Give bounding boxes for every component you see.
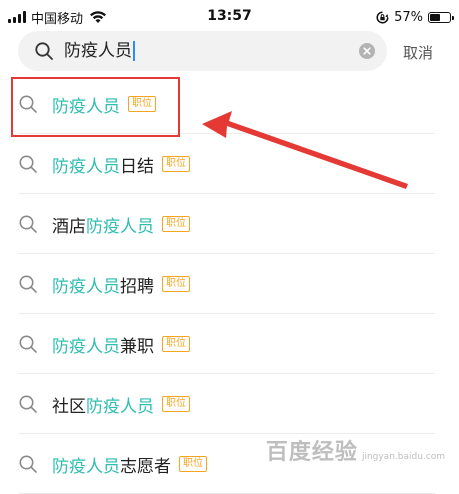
watermark-url: jingyan.baidu.com xyxy=(361,452,445,462)
watermark-logo-text: 百度经验 xyxy=(265,440,358,465)
watermark: 百度经验 jingyan.baidu.com xyxy=(266,434,445,466)
annotation-arrow xyxy=(202,111,408,189)
